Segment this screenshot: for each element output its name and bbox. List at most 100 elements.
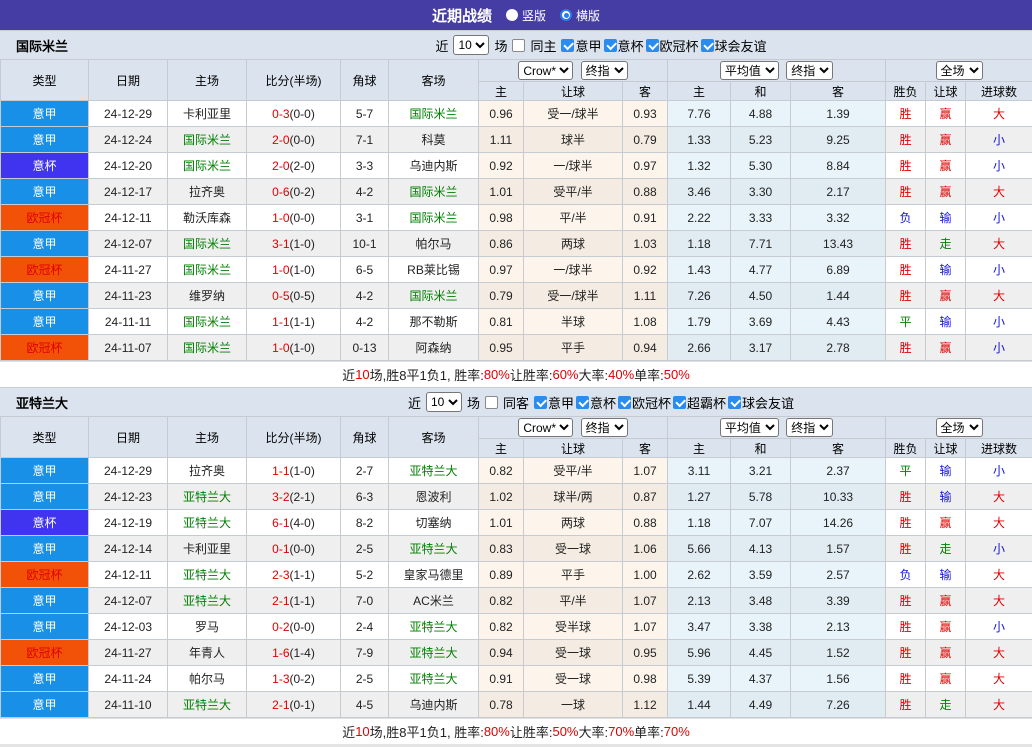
competition-filter: 意甲 (534, 393, 574, 412)
result-goals: 大 (966, 588, 1032, 614)
avg-final-select[interactable]: 终指 (786, 61, 833, 80)
avg-group-header: 平均值 终指 (668, 60, 886, 82)
competition-checkbox[interactable] (728, 396, 741, 409)
halftime-score: (1-4) (290, 646, 315, 660)
odds-line: 受一/球半 (524, 283, 623, 309)
odds-away: 0.88 (623, 179, 668, 205)
league-badge: 意甲 (1, 127, 89, 153)
competition-filter: 欧冠杯 (618, 393, 671, 412)
avg-final-select[interactable]: 终指 (786, 418, 833, 437)
col-type: 类型 (1, 417, 89, 458)
avg-home: 5.96 (668, 640, 731, 666)
competition-checkbox[interactable] (618, 396, 631, 409)
result-handicap: 赢 (926, 510, 966, 536)
result-handicap: 赢 (926, 640, 966, 666)
league-badge: 意甲 (1, 666, 89, 692)
home-team: 拉齐奥 (168, 179, 247, 205)
avg-away: 2.17 (791, 179, 886, 205)
match-row: 欧冠杯24-11-27年青人1-6(1-4)7-9亚特兰大0.94受一球0.95… (1, 640, 1032, 666)
score-cell: 1-0(0-0) (247, 205, 341, 231)
radio-horizontal-layout[interactable]: 横版 (560, 7, 600, 24)
result-handicap: 输 (926, 257, 966, 283)
same-venue-checkbox[interactable] (485, 396, 498, 409)
corner-score: 7-0 (341, 588, 389, 614)
competition-checkbox[interactable] (673, 396, 686, 409)
full-match-select[interactable]: 全场 (936, 418, 983, 437)
col-away: 客场 (389, 417, 479, 458)
avg-draw: 3.38 (731, 614, 791, 640)
fulltime-score: 3-2 (272, 490, 289, 504)
same-venue-checkbox[interactable] (512, 39, 525, 52)
result-goals: 小 (966, 536, 1032, 562)
avg-away: 2.57 (791, 562, 886, 588)
avg-away: 14.26 (791, 510, 886, 536)
odds-final-select[interactable]: 终指 (581, 418, 628, 437)
avg-home: 3.47 (668, 614, 731, 640)
fulltime-score: 1-0 (272, 211, 289, 225)
score-cell: 2-1(0-1) (247, 692, 341, 718)
result-goals: 小 (966, 309, 1032, 335)
avg-home: 3.46 (668, 179, 731, 205)
avg-source-select[interactable]: 平均值 (720, 61, 779, 80)
games-label: 场 (494, 36, 507, 55)
result-outcome: 胜 (886, 692, 926, 718)
competition-checkbox[interactable] (646, 39, 659, 52)
odds-source-select[interactable]: Crow* (518, 61, 573, 80)
recent-count-select[interactable]: 10 (453, 35, 489, 55)
radio-icon[interactable] (506, 9, 518, 21)
odds-line: 两球 (524, 510, 623, 536)
competition-filter: 球会友谊 (728, 393, 794, 412)
league-badge: 欧冠杯 (1, 562, 89, 588)
halftime-score: (0-0) (290, 211, 315, 225)
match-date: 24-12-07 (89, 588, 168, 614)
match-row: 意甲24-12-14卡利亚里0-1(0-0)2-5亚特兰大0.83受一球1.06… (1, 536, 1032, 562)
match-row: 意甲24-11-24帕尔马1-3(0-2)2-5亚特兰大0.91受一球0.985… (1, 666, 1032, 692)
avg-home: 1.44 (668, 692, 731, 718)
competition-checkbox[interactable] (534, 396, 547, 409)
avg-away: 1.44 (791, 283, 886, 309)
avg-home: 1.43 (668, 257, 731, 283)
away-team: 国际米兰 (389, 283, 479, 309)
radio-selected-icon[interactable] (560, 9, 572, 21)
score-cell: 0-2(0-0) (247, 614, 341, 640)
score-cell: 1-3(0-2) (247, 666, 341, 692)
odds-source-select[interactable]: Crow* (518, 418, 573, 437)
summary-segment: 场,胜8平1负1, 胜率: (370, 722, 484, 741)
competition-filter: 欧冠杯 (646, 36, 699, 55)
competition-checkbox[interactable] (604, 39, 617, 52)
avg-away: 1.52 (791, 640, 886, 666)
corner-score: 10-1 (341, 231, 389, 257)
odds-final-select[interactable]: 终指 (581, 61, 628, 80)
competition-checkbox[interactable] (701, 39, 714, 52)
halftime-score: (1-1) (290, 594, 315, 608)
score-cell: 0-6(0-2) (247, 179, 341, 205)
match-row: 意杯24-12-19亚特兰大6-1(4-0)8-2切塞纳1.01两球0.881.… (1, 510, 1032, 536)
away-team: 亚特兰大 (389, 458, 479, 484)
odds-line: 一/球半 (524, 257, 623, 283)
competition-label: 球会友谊 (742, 393, 794, 412)
competition-checkbox[interactable] (561, 39, 574, 52)
odds-home: 0.89 (479, 562, 524, 588)
odds-home: 0.91 (479, 666, 524, 692)
avg-home: 1.79 (668, 309, 731, 335)
games-label: 场 (467, 393, 480, 412)
odds-home: 0.82 (479, 458, 524, 484)
match-row: 欧冠杯24-12-11亚特兰大2-3(1-1)5-2皇家马德里0.89平手1.0… (1, 562, 1032, 588)
avg-draw: 4.77 (731, 257, 791, 283)
fulltime-score: 0-6 (272, 185, 289, 199)
avg-source-select[interactable]: 平均值 (720, 418, 779, 437)
halftime-score: (0-5) (290, 289, 315, 303)
radio-vertical-layout[interactable]: 竖版 (506, 7, 546, 24)
corner-score: 2-5 (341, 666, 389, 692)
result-outcome: 胜 (886, 614, 926, 640)
league-badge: 意甲 (1, 458, 89, 484)
recent-count-select[interactable]: 10 (426, 392, 462, 412)
competition-checkbox[interactable] (576, 396, 589, 409)
odds-home: 1.01 (479, 510, 524, 536)
match-date: 24-11-10 (89, 692, 168, 718)
avg-draw: 3.69 (731, 309, 791, 335)
full-match-select[interactable]: 全场 (936, 61, 983, 80)
col-odds-line: 让球 (524, 439, 623, 458)
odds-away: 0.92 (623, 257, 668, 283)
odds-group-header: Crow* 终指 (479, 60, 668, 82)
